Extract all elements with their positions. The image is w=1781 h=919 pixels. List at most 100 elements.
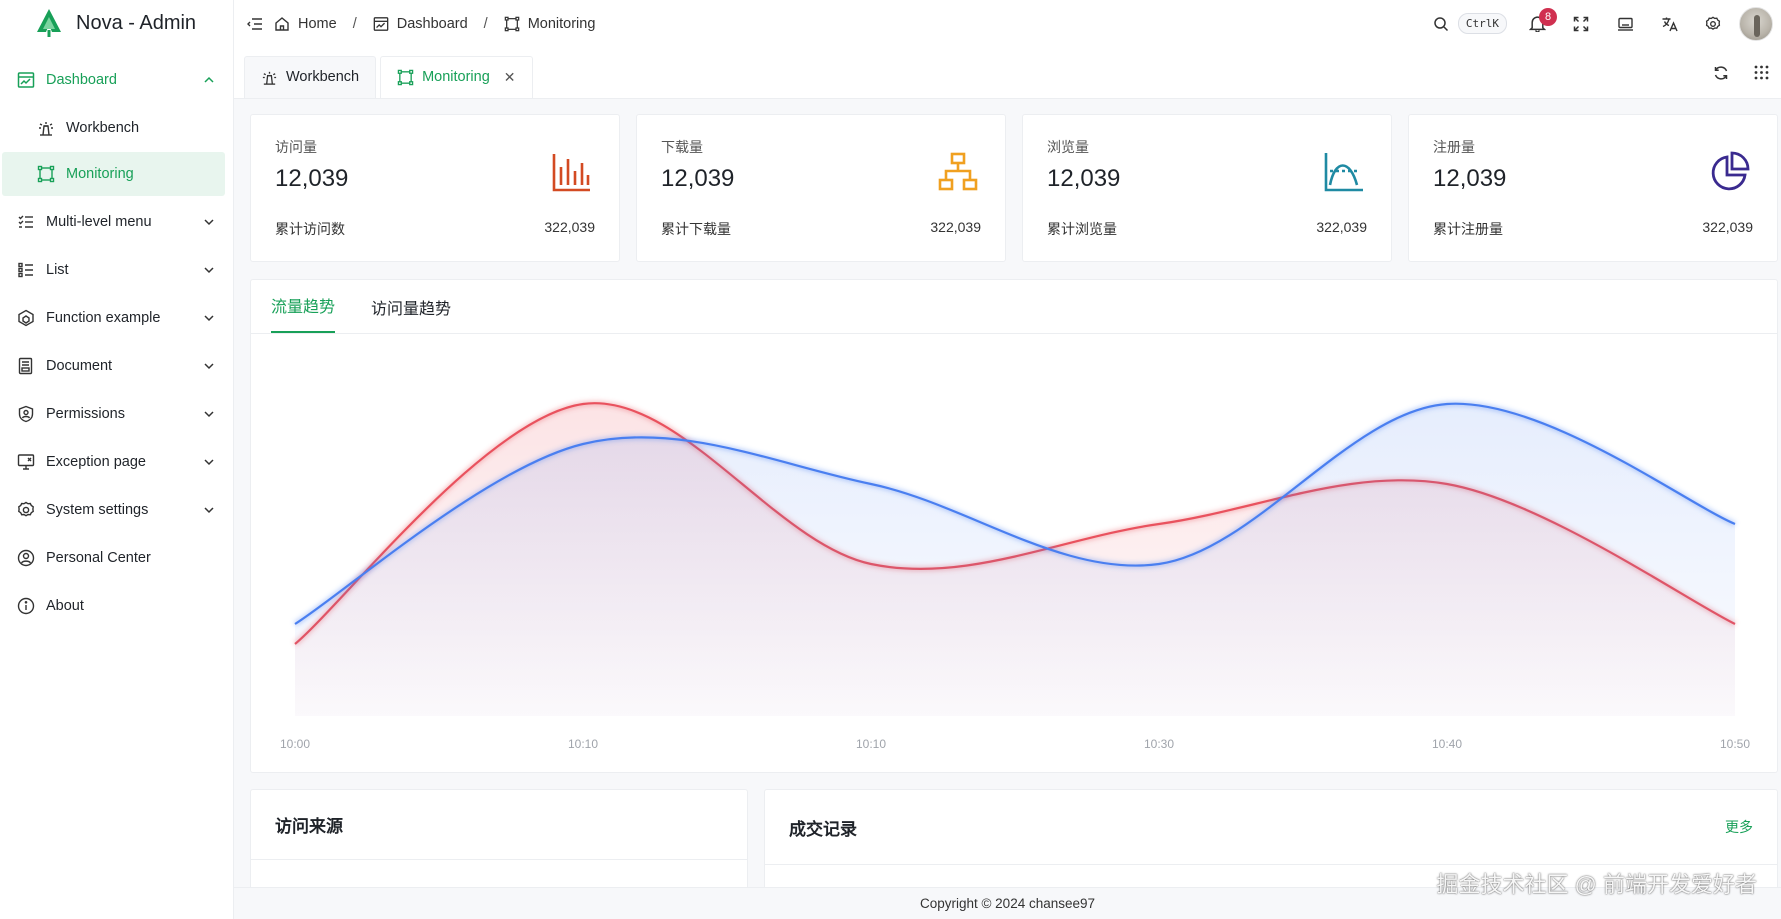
sidebar-item-permissions[interactable]: Permissions [0, 390, 233, 438]
language-button[interactable] [1647, 4, 1691, 44]
tab-label: Monitoring [422, 69, 490, 85]
sidebar-menu: Dashboard Workbench Monitoring Multi-lev… [0, 56, 233, 630]
multilevel-list-icon [16, 212, 36, 232]
chevron-down-icon [204, 507, 214, 514]
stat-card-visits: 访问量 12,039 累计访问数 322,039 [250, 114, 620, 262]
tab-label: Workbench [286, 69, 360, 85]
panel-header: 访问来源 [251, 790, 747, 860]
breadcrumb-label: Dashboard [396, 15, 468, 32]
search-icon [1434, 16, 1448, 31]
trend-chart: 10:00 10:10 10:10 10:30 10:40 10:50 [280, 400, 1750, 751]
notifications-button[interactable]: 8 [1515, 4, 1559, 44]
notification-badge: 8 [1539, 7, 1557, 26]
reload-button[interactable] [1701, 53, 1741, 93]
breadcrumb-separator: / [483, 15, 488, 32]
app-logo[interactable]: Nova - Admin [0, 0, 233, 46]
tab-monitoring[interactable]: Monitoring ✕ [380, 55, 533, 98]
breadcrumb-separator: / [352, 15, 357, 32]
sidebar-item-label: Document [46, 358, 113, 374]
breadcrumb-dashboard[interactable]: Dashboard [373, 16, 468, 32]
tab-visits-trend[interactable]: 访问量趋势 [371, 295, 451, 333]
x-tick-label: 10:30 [1144, 737, 1174, 751]
stat-card-registrations: 注册量 12,039 累计注册量 322,039 [1408, 114, 1778, 262]
sidebar-item-label: Function example [46, 310, 161, 326]
close-icon[interactable]: ✕ [504, 69, 516, 86]
sidebar-item-system-settings[interactable]: System settings [0, 486, 233, 534]
apps-grid-button[interactable] [1741, 53, 1781, 93]
header-actions: CtrlK 8 [1424, 4, 1781, 44]
chevron-down-icon [204, 459, 214, 466]
panel-title: 成交记录 [789, 819, 857, 839]
panel-title: 访问来源 [275, 817, 343, 836]
fullscreen-icon [1573, 16, 1589, 31]
sidebar-item-workbench[interactable]: Workbench [2, 106, 225, 150]
stat-foot-label: 累计下载量 [661, 221, 731, 237]
monitor-frame-icon [36, 164, 56, 184]
breadcrumb-home[interactable]: Home [274, 16, 337, 32]
sidebar-item-multi-level-menu[interactable]: Multi-level menu [0, 198, 233, 246]
grid-dots-icon [1754, 65, 1768, 80]
monitor-frame-icon [504, 16, 519, 31]
lighthouse-icon [36, 118, 56, 138]
stat-value: 12,039 [1433, 165, 1507, 192]
sidebar-item-about[interactable]: About [0, 582, 233, 630]
fullscreen-button[interactable] [1559, 4, 1603, 44]
sidebar-item-monitoring[interactable]: Monitoring [2, 152, 225, 196]
stat-foot-label: 累计注册量 [1433, 221, 1503, 237]
x-tick-label: 10:00 [280, 737, 310, 751]
stat-foot-value: 322,039 [1316, 219, 1367, 235]
hierarchy-icon [938, 152, 978, 191]
monitor-error-icon [16, 452, 36, 472]
stat-footer: 累计浏览量 322,039 [1047, 219, 1367, 239]
dashboard-icon [16, 70, 36, 90]
curve-chart-icon [1324, 153, 1363, 192]
breadcrumb-label: Home [298, 15, 337, 32]
x-tick-label: 10:40 [1432, 737, 1462, 751]
watermark: 掘金技术社区 @ 前端开发爱好者 [1436, 872, 1757, 897]
stat-footer: 累计访问数 322,039 [275, 219, 595, 239]
stat-foot-label: 累计访问数 [275, 221, 345, 237]
chevron-down-icon [204, 411, 214, 418]
main-content: 访问量 12,039 累计访问数 322,039 下载量 12,039 累计下载… [234, 99, 1781, 919]
chevron-down-icon [204, 315, 214, 322]
sidebar-item-document[interactable]: Document [0, 342, 233, 390]
breadcrumb-monitoring[interactable]: Monitoring [504, 15, 596, 32]
breadcrumb-label: Monitoring [527, 15, 596, 32]
x-tick-label: 10:10 [856, 737, 886, 751]
monitor-frame-icon [397, 69, 414, 85]
x-tick-label: 10:50 [1720, 737, 1750, 751]
stat-foot-value: 322,039 [930, 219, 981, 235]
layout-toggle-button[interactable] [1603, 4, 1647, 44]
stat-title: 访问量 [275, 139, 317, 155]
stat-foot-label: 累计浏览量 [1047, 221, 1117, 237]
sidebar-item-label: Multi-level menu [46, 214, 152, 230]
tabs-actions [1701, 53, 1781, 93]
sidebar-item-label: Monitoring [66, 166, 134, 182]
x-tick-label: 10:10 [568, 737, 598, 751]
more-link[interactable]: 更多 [1725, 817, 1753, 837]
search-button[interactable] [1424, 4, 1458, 44]
stat-footer: 累计下载量 322,039 [661, 219, 981, 239]
tab-workbench[interactable]: Workbench [244, 55, 377, 98]
stat-title: 浏览量 [1047, 139, 1089, 155]
refresh-icon [1714, 65, 1728, 80]
menu-collapse-icon[interactable] [246, 15, 264, 33]
copyright-text: Copyright © 2024 chansee97 [919, 896, 1096, 911]
sidebar-item-list[interactable]: List [0, 246, 233, 294]
sidebar-item-personal-center[interactable]: Personal Center [0, 534, 233, 582]
stat-title: 下载量 [661, 139, 703, 155]
sidebar-item-exception-page[interactable]: Exception page [0, 438, 233, 486]
sidebar-item-dashboard[interactable]: Dashboard [0, 56, 233, 104]
lighthouse-icon [262, 71, 277, 85]
gear-icon [1705, 16, 1721, 30]
settings-button[interactable] [1691, 4, 1735, 44]
stat-cards: 访问量 12,039 累计访问数 322,039 下载量 12,039 累计下载… [250, 114, 1778, 262]
user-circle-icon [16, 548, 36, 568]
translate-icon [1662, 17, 1678, 31]
avatar[interactable] [1739, 6, 1773, 41]
search-shortcut-hint: CtrlK [1457, 13, 1507, 34]
stat-value: 12,039 [1047, 165, 1121, 192]
tab-traffic-trend[interactable]: 流量趋势 [271, 293, 336, 333]
sidebar-item-function-example[interactable]: Function example [0, 294, 233, 342]
stat-foot-value: 322,039 [1702, 219, 1753, 235]
